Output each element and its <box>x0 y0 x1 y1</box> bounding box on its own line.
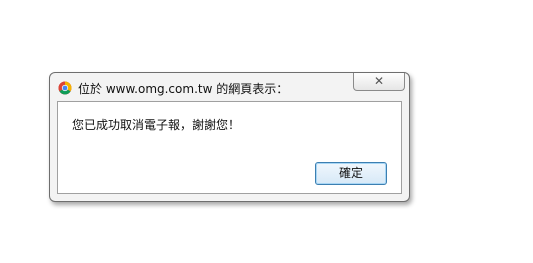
chrome-logo-icon <box>58 81 72 95</box>
alert-dialog: 位於 www.omg.com.tw 的網頁表示： ✕ 您已成功取消電子報，謝謝您… <box>49 72 410 202</box>
dialog-message: 您已成功取消電子報，謝謝您！ <box>72 118 241 132</box>
dialog-title: 位於 www.omg.com.tw 的網頁表示： <box>78 82 289 96</box>
ok-button[interactable]: 確定 <box>315 162 387 185</box>
close-button[interactable]: ✕ <box>353 73 405 91</box>
dialog-titlebar: 位於 www.omg.com.tw 的網頁表示： ✕ <box>50 73 409 101</box>
dialog-content: 您已成功取消電子報，謝謝您！ 確定 <box>57 101 402 194</box>
close-icon: ✕ <box>373 74 385 88</box>
